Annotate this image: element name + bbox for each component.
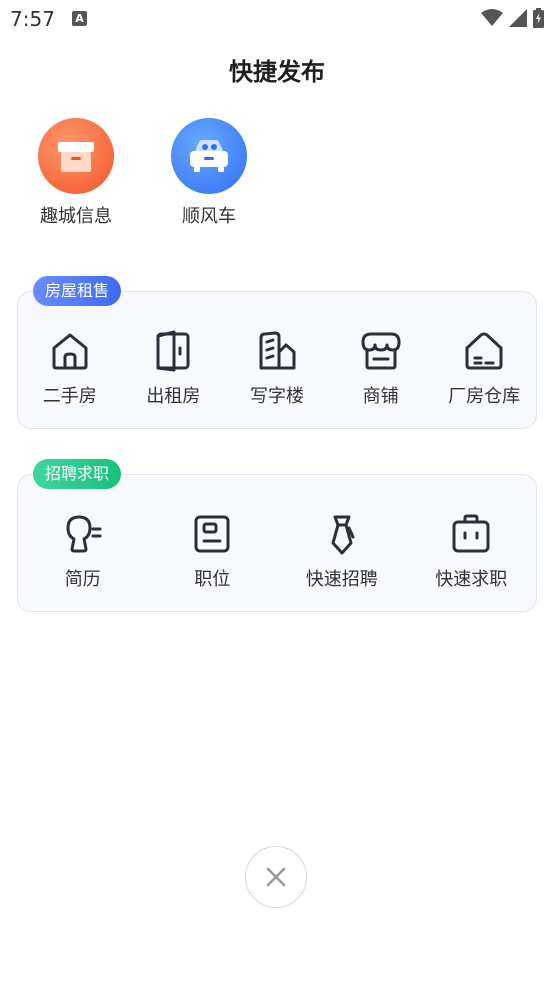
housing-section-card: 房屋租售 二手房 出租房 写字楼 商铺 厂房仓库: [17, 276, 537, 429]
jobs-section-tag: 招聘求职: [33, 459, 122, 489]
housing-item-label: 二手房: [42, 386, 97, 407]
status-bar: 7:57 A: [0, 0, 554, 38]
notification-badge: A: [72, 11, 87, 26]
housing-item-second-hand[interactable]: 二手房: [20, 330, 120, 408]
housing-item-label: 写字楼: [249, 386, 304, 407]
quick-action-label: 趣城信息: [40, 206, 112, 227]
jobs-item-label: 简历: [64, 569, 101, 590]
jobs-item-position[interactable]: 职位: [162, 513, 262, 591]
battery-icon: [533, 8, 544, 28]
briefcase-icon: [452, 514, 490, 553]
quick-action-carpool[interactable]: 顺风车: [154, 118, 264, 228]
housing-item-shop[interactable]: 商铺: [331, 330, 431, 408]
resume-icon: [66, 515, 102, 553]
office-building-icon: [259, 331, 296, 370]
close-icon: [266, 867, 286, 887]
quick-action-qucheng-info[interactable]: 趣城信息: [21, 118, 131, 228]
housing-item-rental[interactable]: 出租房: [123, 330, 223, 408]
jobs-item-label: 快速求职: [435, 569, 508, 590]
jobs-item-resume[interactable]: 简历: [33, 513, 133, 591]
shop-icon: [361, 332, 401, 370]
quick-action-label: 顺风车: [182, 206, 236, 227]
status-time: 7:57: [10, 7, 55, 31]
quick-actions: 趣城信息 顺风车: [0, 118, 554, 238]
signal-icon: [509, 9, 527, 27]
jobs-grid: 简历 职位 快速招聘 快速求职: [18, 513, 536, 591]
jobs-item-quick-hire[interactable]: 快速招聘: [292, 513, 392, 591]
door-icon: [156, 330, 190, 372]
jobs-item-quick-job-search[interactable]: 快速求职: [421, 513, 521, 591]
jobs-section-card: 招聘求职 简历 职位 快速招聘 快速求职: [17, 459, 537, 612]
jobs-item-label: 快速招聘: [305, 569, 378, 590]
warehouse-icon: [465, 332, 503, 370]
housing-section-tag: 房屋租售: [33, 276, 122, 306]
housing-grid: 二手房 出租房 写字楼 商铺 厂房仓库: [18, 330, 536, 408]
housing-item-warehouse[interactable]: 厂房仓库: [434, 330, 534, 408]
housing-item-label: 出租房: [146, 386, 201, 407]
position-icon: [194, 515, 230, 553]
tie-icon: [331, 515, 355, 555]
box-icon: [38, 118, 114, 194]
wifi-icon: [481, 9, 503, 26]
car-icon: [171, 118, 247, 194]
house-icon: [52, 333, 88, 370]
close-button[interactable]: [245, 846, 307, 908]
housing-item-label: 厂房仓库: [448, 386, 521, 407]
jobs-item-label: 职位: [194, 569, 231, 590]
housing-item-label: 商铺: [362, 386, 399, 407]
housing-item-office[interactable]: 写字楼: [227, 330, 327, 408]
page-title: 快捷发布: [229, 58, 325, 86]
status-icons: [481, 8, 544, 28]
